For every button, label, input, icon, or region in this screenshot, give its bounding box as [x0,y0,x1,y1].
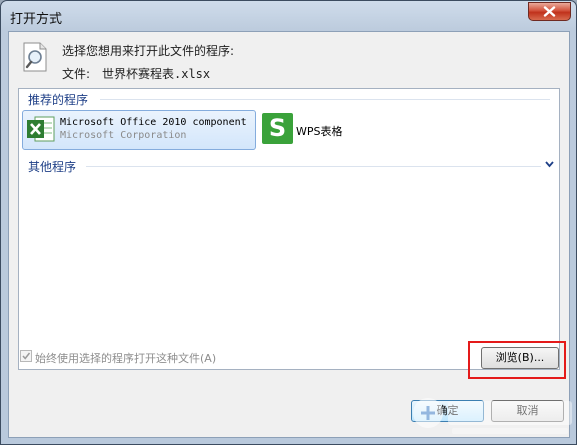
close-button[interactable] [528,2,571,21]
browse-button[interactable]: 浏览(B)... [481,347,559,369]
dialog-title: 打开方式 [10,12,63,27]
wps-spreadsheet-icon: S [262,113,293,144]
open-with-dialog: 打开方式 选择您想用来打开此文件的程序: 文件: 世界杯赛程表.xlsx 推荐的… [0,0,577,445]
always-use-checkbox[interactable] [20,350,32,362]
title-bar[interactable]: 打开方式 [1,1,576,31]
app-name: Microsoft Office 2010 component [60,117,247,128]
app-company: Microsoft Corporation [60,130,187,141]
recommended-group-title: 推荐的程序 [28,93,89,107]
close-icon [543,6,556,17]
always-use-label: 始终使用选择的程序打开这种文件(A) [35,352,217,365]
program-list[interactable]: 推荐的程序 Microsoft Office 2010 component Mi… [18,88,560,370]
other-programs-title[interactable]: 其他程序 [28,158,76,175]
group-divider [86,166,541,167]
app-name: WPS表格 [296,125,343,138]
chevron-down-icon[interactable] [545,160,554,168]
group-divider [100,99,550,100]
app-item-excel[interactable]: Microsoft Office 2010 component Microsof… [22,110,256,150]
document-search-icon [23,42,47,72]
dialog-client-area: 选择您想用来打开此文件的程序: 文件: 世界杯赛程表.xlsx 推荐的程序 Mi… [8,31,570,438]
excel-icon [27,116,55,142]
checkmark-icon [22,352,31,360]
ok-button[interactable]: 确定 [411,400,484,422]
cancel-button[interactable]: 取消 [491,400,564,422]
prompt-text: 选择您想用来打开此文件的程序: [62,44,235,58]
app-item-wps[interactable]: S WPS表格 [262,110,372,150]
file-name: 世界杯赛程表.xlsx [102,67,211,81]
file-label: 文件: [62,67,91,81]
